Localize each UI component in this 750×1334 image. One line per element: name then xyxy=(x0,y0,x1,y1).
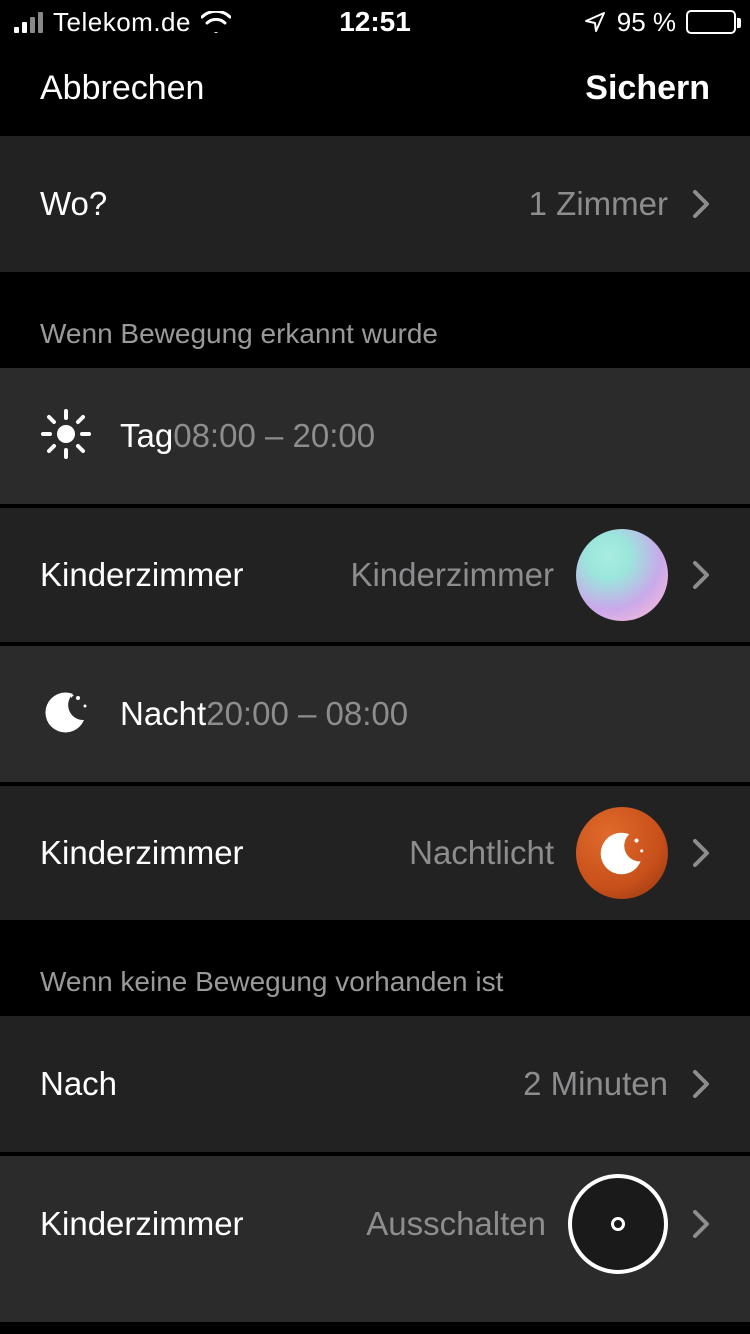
after-value: 2 Minuten xyxy=(523,1065,668,1103)
sun-icon xyxy=(40,408,92,465)
day-label: Tag xyxy=(120,417,173,455)
chevron-right-icon xyxy=(692,560,710,590)
day-scene-row[interactable]: Kinderzimmer Kinderzimmer xyxy=(0,508,750,642)
night-range: 20:00 – 08:00 xyxy=(206,695,408,733)
where-label: Wo? xyxy=(40,185,107,223)
status-bar: Telekom.de 12:51 95 % xyxy=(0,0,750,44)
night-room-label: Kinderzimmer xyxy=(40,834,244,872)
moon-icon xyxy=(40,686,92,743)
power-off-scene-icon xyxy=(568,1174,668,1274)
status-time: 12:51 xyxy=(339,6,411,38)
chevron-right-icon xyxy=(692,1209,710,1239)
off-scene-value: Ausschalten xyxy=(366,1205,546,1243)
day-period-row[interactable]: Tag 08:00 – 20:00 xyxy=(0,368,750,504)
nav-bar: Abbrechen Sichern xyxy=(0,44,750,132)
day-scene-value: Kinderzimmer xyxy=(350,556,554,594)
nomotion-section-header: Wenn keine Bewegung vorhanden ist xyxy=(0,920,750,1016)
cellular-signal-icon xyxy=(14,11,43,33)
after-row[interactable]: Nach 2 Minuten xyxy=(0,1016,750,1152)
night-scene-row[interactable]: Kinderzimmer Nachtlicht xyxy=(0,786,750,920)
chevron-right-icon xyxy=(692,838,710,868)
motion-section-header: Wenn Bewegung erkannt wurde xyxy=(0,272,750,368)
where-value: 1 Zimmer xyxy=(529,185,668,223)
night-label: Nacht xyxy=(120,695,206,733)
night-scene-value: Nachtlicht xyxy=(409,834,554,872)
chevron-right-icon xyxy=(692,189,710,219)
wifi-icon xyxy=(201,11,231,33)
off-room-label: Kinderzimmer xyxy=(40,1205,244,1243)
battery-icon xyxy=(686,10,736,34)
scene-color-icon xyxy=(576,529,668,621)
cancel-button[interactable]: Abbrechen xyxy=(40,69,204,108)
chevron-right-icon xyxy=(692,1069,710,1099)
day-room-label: Kinderzimmer xyxy=(40,556,244,594)
location-icon xyxy=(583,10,607,34)
carrier-label: Telekom.de xyxy=(53,7,191,38)
nightlight-scene-icon xyxy=(576,807,668,899)
save-button[interactable]: Sichern xyxy=(585,69,710,108)
off-scene-row[interactable]: Kinderzimmer Ausschalten xyxy=(0,1156,750,1322)
where-row[interactable]: Wo? 1 Zimmer xyxy=(0,136,750,272)
night-period-row[interactable]: Nacht 20:00 – 08:00 xyxy=(0,646,750,782)
day-range: 08:00 – 20:00 xyxy=(173,417,375,455)
after-label: Nach xyxy=(40,1065,117,1103)
battery-percent: 95 % xyxy=(617,7,676,38)
